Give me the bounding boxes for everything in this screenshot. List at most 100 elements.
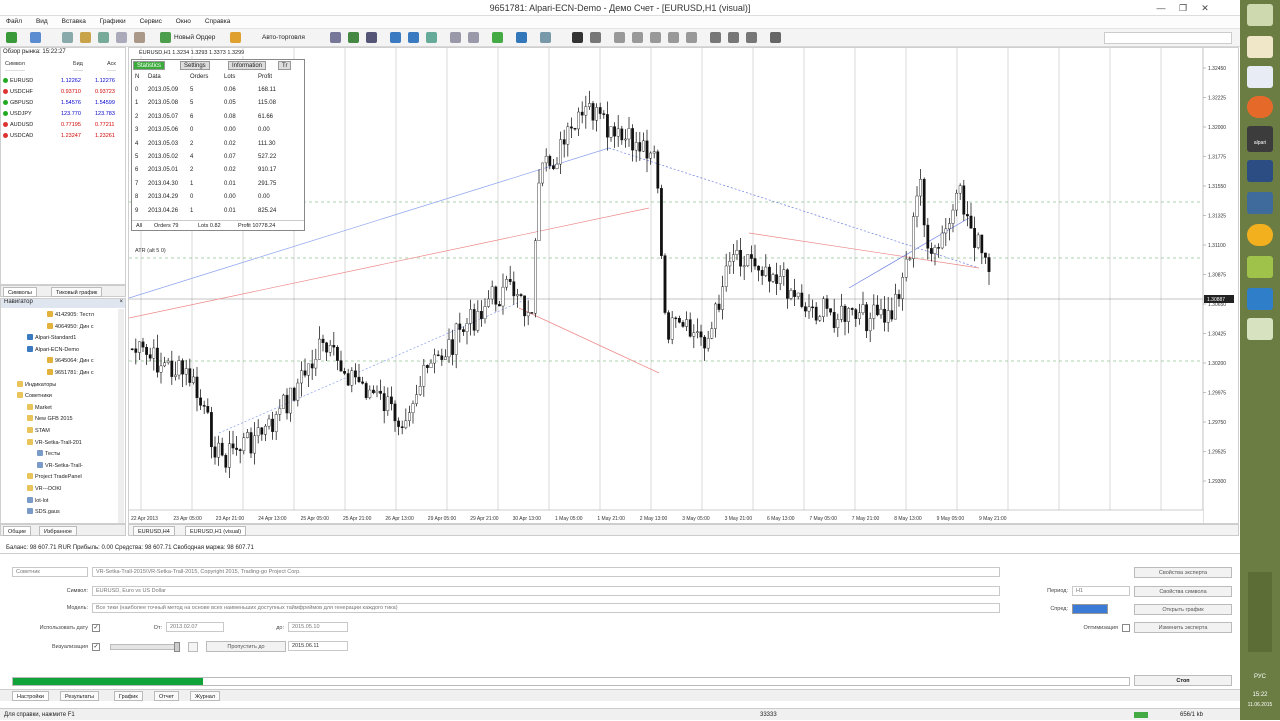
menu-insert[interactable]: Вставка [56,16,92,25]
market-watch-row[interactable]: AUDUSD 0.77195 0.77211 [3,120,123,131]
menu-help[interactable]: Справка [199,16,237,25]
navigator-item[interactable]: SDS.gaus [27,508,60,515]
explorer-icon[interactable] [1247,66,1273,88]
tile-windows-icon[interactable] [426,32,437,43]
clock-time[interactable]: 15:22 [1240,692,1280,698]
market-watch-row[interactable]: GBPUSD 1.54576 1.54599 [3,98,123,109]
skip-date-input[interactable]: 2015.06.11 [288,641,348,651]
terminal-icon[interactable] [116,32,127,43]
tab-chart-h1-visual[interactable]: EURUSD,H1 (visual) [185,526,247,536]
clock-date[interactable]: 11.06.2015 [1240,702,1280,708]
tab-settings[interactable]: Settings [180,61,210,70]
autotrading-button[interactable]: Авто-торговля [262,34,305,41]
shapes-icon[interactable] [770,32,781,43]
tab-report[interactable]: Отчет [154,691,180,701]
maximize-button[interactable]: ❐ [1172,0,1194,16]
column-bid[interactable]: Бид [73,61,83,71]
cursor-icon[interactable] [572,32,583,43]
chart-shift-icon[interactable] [468,32,479,43]
tab-favorites[interactable]: Избранное [39,526,77,536]
language-indicator[interactable]: РУС [1240,674,1280,680]
navigator-item[interactable]: Индикаторы [17,380,56,388]
zoom-out-icon[interactable] [408,32,419,43]
new-order-button[interactable]: Новый Ордер [174,34,215,41]
navigator-item[interactable]: Советники [17,392,52,399]
skip-to-button[interactable]: Пропустить до [206,641,286,652]
app-icon[interactable] [1247,160,1273,182]
spread-input[interactable] [1072,604,1108,614]
periods-icon[interactable] [516,32,527,43]
vertical-line-icon[interactable] [614,32,625,43]
menu-file[interactable]: Файл [0,16,28,25]
navigator-item[interactable]: Market [27,403,52,411]
expert-select[interactable]: VR-Setka-Trall-2015\VR-Setka-Trall-2015,… [92,567,1000,577]
new-chart-icon[interactable] [6,32,17,43]
expert-properties-button[interactable]: Свойства эксперта [1134,567,1232,578]
stop-button[interactable]: Стоп [1134,675,1232,686]
new-order-icon[interactable] [160,32,171,43]
alpari-terminal-icon[interactable]: alpari [1247,126,1273,152]
firefox-icon[interactable] [1247,96,1273,118]
navigator-icon[interactable] [98,32,109,43]
tab-chart-h4[interactable]: EURUSD,H4 [133,526,175,536]
navigator-item[interactable]: Тесты [37,450,60,457]
from-date-input[interactable]: 2013.02.07 [166,622,224,632]
market-watch-row[interactable]: USDCHF 0.93710 0.93723 [3,87,123,98]
navigator-item[interactable]: VR-Setka-Trall- [37,461,83,469]
templates-icon[interactable] [540,32,551,43]
app-icon-3[interactable] [1247,318,1273,340]
market-watch-row[interactable]: EURUSD 1.12262 1.12276 [3,76,123,87]
close-icon[interactable]: × [119,299,123,305]
visual-checkbox[interactable]: ✓ [92,643,100,651]
info-icon[interactable] [1247,288,1273,310]
market-watch-row[interactable]: USDCAD 1.23247 1.23261 [3,131,123,142]
menu-charts[interactable]: Графики [94,16,132,25]
navigator-scrollbar[interactable] [118,309,124,523]
navigator-item[interactable]: Alpari-ECN-Demo [27,345,79,353]
close-button[interactable]: ✕ [1194,0,1216,16]
autoscroll-icon[interactable] [450,32,461,43]
bar-chart-icon[interactable] [330,32,341,43]
navigator-item[interactable]: 4142905: Тестл [47,311,94,318]
speed-slider-handle[interactable] [174,642,180,652]
navigator-item[interactable]: 9651781: Дин с [47,369,94,376]
open-chart-button[interactable]: Открыть график [1134,604,1232,615]
equidistant-channel-icon[interactable] [668,32,679,43]
tab-trades[interactable]: Tr [278,61,292,70]
period-select[interactable]: H1 [1072,586,1130,596]
meta-editor-icon[interactable] [230,32,241,43]
navigator-item[interactable]: VR---DOKI [27,485,62,492]
line-chart-icon[interactable] [366,32,377,43]
menu-view[interactable]: Вид [30,16,54,25]
to-date-input[interactable]: 2015.05.10 [288,622,348,632]
zoom-in-icon[interactable] [390,32,401,43]
column-ask[interactable]: Аск [107,61,116,71]
tester-icon[interactable] [134,32,145,43]
tab-settings-tester[interactable]: Настройки [12,691,49,701]
navigator-item[interactable]: Alpari-Standard1 [27,334,76,341]
mode-select[interactable]: Советник [12,567,88,577]
start-icon[interactable] [1247,4,1273,26]
menu-tools[interactable]: Сервис [134,16,168,25]
minimize-button[interactable]: — [1150,0,1172,16]
search-input[interactable] [1104,32,1232,44]
navigator-item[interactable]: lot-lot [27,496,48,504]
navigator-item[interactable]: Project TradePanel [27,473,82,480]
avast-icon[interactable] [1247,224,1273,246]
horizontal-line-icon[interactable] [632,32,643,43]
navigator-item[interactable]: New GFB 2015 [27,415,73,422]
tab-tick-chart[interactable]: Тиковый график [51,287,103,297]
tab-common[interactable]: Общие [3,526,32,536]
modify-expert-button[interactable]: Изменить эксперта [1134,622,1232,633]
text-icon[interactable] [710,32,721,43]
pause-button[interactable] [188,642,198,652]
menu-window[interactable]: Окно [170,16,197,25]
system-tray[interactable] [1248,572,1272,652]
tab-graph[interactable]: График [114,691,143,701]
tab-statistics[interactable]: Statistics [133,61,166,70]
indicators-icon[interactable] [492,32,503,43]
market-watch-icon[interactable] [62,32,73,43]
symbol-properties-button[interactable]: Свойства символа [1134,586,1232,597]
use-date-checkbox[interactable]: ✓ [92,624,100,632]
app-icon-2[interactable] [1247,192,1273,214]
